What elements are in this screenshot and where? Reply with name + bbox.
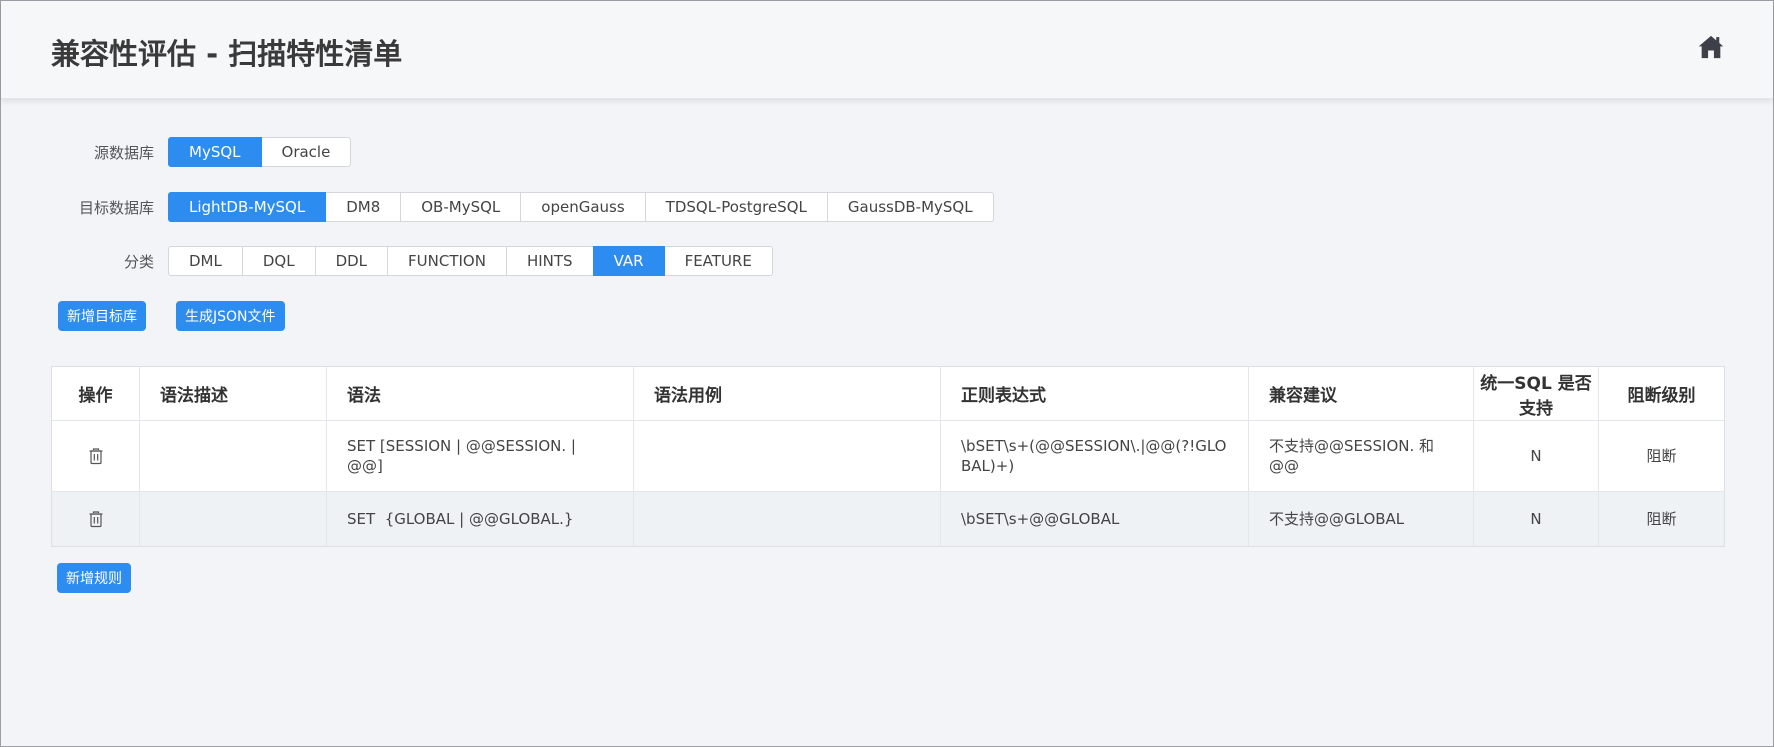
level-cell: 阻断	[1646, 510, 1677, 528]
add-target-db-button[interactable]: 新增目标库	[58, 301, 146, 331]
rules-table: 操作 语法描述 语法 语法用例 正则表达式 兼容建议 统一SQL 是否支持 阻断…	[51, 366, 1725, 547]
row-actions-cell	[52, 492, 140, 546]
col-header-description: 语法描述	[140, 367, 327, 420]
source-db-option-mysql[interactable]: MySQL	[168, 137, 262, 167]
source-db-group: MySQL Oracle	[168, 137, 352, 167]
description-cell	[140, 492, 327, 546]
app-frame: 兼容性评估 - 扫描特性清单 源数据库 MySQL Oracle 目标数据库 L…	[0, 0, 1774, 747]
category-option-function[interactable]: FUNCTION	[387, 246, 507, 276]
target-db-group: LightDB-MySQL DM8 OB-MySQL openGauss TDS…	[168, 192, 994, 222]
regex-cell: \bSET\s+@@GLOBAL	[941, 492, 1249, 546]
example-cell	[634, 421, 941, 491]
category-option-dml[interactable]: DML	[168, 246, 243, 276]
description-cell	[140, 421, 327, 491]
add-rule-button[interactable]: 新增规则	[57, 563, 131, 593]
target-db-option-dm8[interactable]: DM8	[325, 192, 402, 222]
source-db-row: 源数据库 MySQL Oracle	[1, 137, 352, 167]
syntax-cell: SET {GLOBAL | @@GLOBAL.}	[327, 492, 634, 546]
supported-cell: N	[1474, 492, 1599, 546]
table-row: SET {GLOBAL | @@GLOBAL.} \bSET\s+@@GLOBA…	[52, 492, 1724, 546]
category-option-feature[interactable]: FEATURE	[663, 246, 773, 276]
target-db-option-gaussdb-mysql[interactable]: GaussDB-MySQL	[826, 192, 994, 222]
target-db-label: 目标数据库	[78, 198, 154, 217]
col-header-level: 阻断级别	[1627, 386, 1696, 406]
home-icon[interactable]	[1697, 33, 1725, 61]
category-label: 分类	[123, 252, 154, 271]
target-db-option-opengauss[interactable]: openGauss	[520, 192, 646, 222]
col-header-syntax: 语法	[327, 367, 634, 420]
col-header-supported: 统一SQL 是否支持	[1474, 367, 1599, 420]
col-header-advice: 兼容建议	[1249, 367, 1474, 420]
target-db-option-ob-mysql[interactable]: OB-MySQL	[400, 192, 522, 222]
level-cell: 阻断	[1646, 447, 1677, 465]
category-option-ddl[interactable]: DDL	[314, 246, 389, 276]
target-db-row: 目标数据库 LightDB-MySQL DM8 OB-MySQL openGau…	[1, 192, 994, 222]
page-header: 兼容性评估 - 扫描特性清单	[1, 1, 1773, 99]
advice-cell: 不支持@@SESSION. 和 @@	[1249, 421, 1474, 491]
trash-icon[interactable]	[88, 510, 104, 528]
table-header: 操作 语法描述 语法 语法用例 正则表达式 兼容建议 统一SQL 是否支持 阻断…	[52, 367, 1724, 421]
generate-json-button[interactable]: 生成JSON文件	[176, 301, 285, 331]
source-db-label: 源数据库	[93, 143, 154, 162]
category-option-dql[interactable]: DQL	[241, 246, 316, 276]
table-row: SET [SESSION | @@SESSION. | @@] \bSET\s+…	[52, 421, 1724, 492]
page-title: 兼容性评估 - 扫描特性清单	[51, 37, 403, 71]
col-header-example: 语法用例	[634, 367, 941, 420]
target-db-option-tdsql-postgresql[interactable]: TDSQL-PostgreSQL	[644, 192, 828, 222]
col-header-actions: 操作	[52, 367, 140, 420]
category-option-hints[interactable]: HINTS	[505, 246, 594, 276]
trash-icon[interactable]	[88, 447, 104, 465]
syntax-cell: SET [SESSION | @@SESSION. | @@]	[327, 421, 634, 491]
category-group: DML DQL DDL FUNCTION HINTS VAR FEATURE	[168, 246, 773, 276]
row-actions-cell	[52, 421, 140, 491]
source-db-option-oracle[interactable]: Oracle	[260, 137, 352, 167]
advice-cell: 不支持@@GLOBAL	[1249, 492, 1474, 546]
example-cell	[634, 492, 941, 546]
col-header-regex: 正则表达式	[941, 367, 1249, 420]
category-option-var[interactable]: VAR	[592, 246, 665, 276]
category-row: 分类 DML DQL DDL FUNCTION HINTS VAR FEATUR…	[1, 246, 773, 276]
supported-cell: N	[1474, 421, 1599, 491]
target-db-option-lightdb-mysql[interactable]: LightDB-MySQL	[168, 192, 327, 222]
regex-cell: \bSET\s+(@@SESSION\.|@@(?!GLOBAL)+)	[941, 421, 1249, 491]
